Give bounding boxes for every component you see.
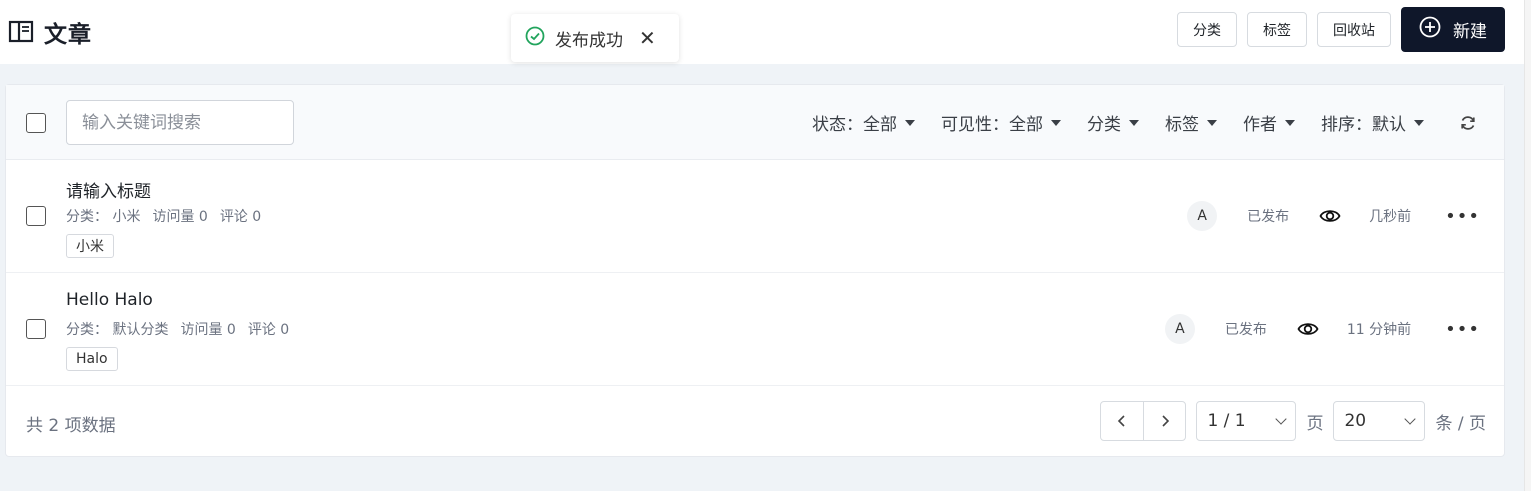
page-size-select[interactable]: 20 <box>1333 401 1426 441</box>
pagination-footer: 共 2 项数据 1 / 1 页 20 条 / 页 <box>6 386 1504 456</box>
select-all-checkbox[interactable] <box>26 113 46 133</box>
visibility-filter-label: 可见性：全部 <box>941 115 1043 135</box>
post-views: 访问量 0 <box>152 209 208 225</box>
caret-down-icon <box>905 119 915 126</box>
post-tag[interactable]: 小米 <box>66 234 114 258</box>
author-avatar[interactable]: A <box>1187 201 1218 231</box>
filter-bar: 状态：全部 可见性：全部 分类 标签 作者 排序：默认 <box>6 85 1504 160</box>
total-count: 共 2 项数据 <box>26 416 116 436</box>
post-category: 分类： 默认分类 <box>66 322 169 338</box>
post-title[interactable]: Hello Halo <box>66 290 153 310</box>
chevron-down-icon <box>1275 413 1288 425</box>
status-label: 已发布 <box>1247 209 1290 225</box>
post-tag[interactable]: Halo <box>66 347 118 371</box>
post-row[interactable]: Hello Halo 分类： 默认分类 访问量 0 评论 0 Halo A 已发… <box>6 273 1504 386</box>
post-comments: 评论 0 <box>219 209 262 225</box>
post-row-actions: A 已发布 11 分钟前 ••• <box>1164 313 1480 345</box>
close-icon[interactable]: ✕ <box>639 26 656 50</box>
page-select[interactable]: 1 / 1 <box>1196 401 1297 441</box>
author-filter-label: 作者 <box>1243 115 1277 135</box>
recycle-bin-button[interactable]: 回收站 <box>1317 12 1391 47</box>
header-actions: 分类 标签 回收站 新建 <box>1177 7 1505 52</box>
page-unit-label: 页 <box>1306 413 1324 434</box>
eye-icon[interactable] <box>1297 321 1319 337</box>
author-avatar[interactable]: A <box>1164 314 1195 344</box>
chevron-down-icon <box>1404 413 1417 425</box>
search-input[interactable] <box>66 100 294 145</box>
post-comments: 评论 0 <box>247 322 290 338</box>
sort-filter-label: 排序：默认 <box>1321 115 1406 135</box>
plus-circle-icon <box>1419 16 1441 43</box>
chevron-right-icon <box>1160 412 1170 431</box>
tag-filter[interactable]: 标签 <box>1165 110 1217 135</box>
status-filter-label: 状态：全部 <box>812 115 897 135</box>
sort-filter[interactable]: 排序：默认 <box>1321 110 1424 135</box>
page-nav <box>1100 401 1187 441</box>
tag-filter-label: 标签 <box>1165 115 1199 135</box>
scrollbar[interactable] <box>1524 0 1531 491</box>
page-size-value: 20 <box>1344 411 1367 431</box>
category-button[interactable]: 分类 <box>1177 12 1237 47</box>
caret-down-icon <box>1285 119 1295 126</box>
pagination: 1 / 1 页 20 条 / 页 <box>1100 401 1486 441</box>
category-filter[interactable]: 分类 <box>1087 110 1139 135</box>
post-time: 几秒前 <box>1369 209 1412 225</box>
check-circle-icon <box>525 26 545 51</box>
page-size-unit-label: 条 / 页 <box>1435 413 1486 434</box>
post-meta: 分类： 默认分类 访问量 0 评论 0 <box>66 319 289 339</box>
new-post-label: 新建 <box>1453 22 1487 41</box>
prev-page-button[interactable] <box>1101 402 1143 440</box>
caret-down-icon <box>1207 119 1217 126</box>
caret-down-icon <box>1051 119 1061 126</box>
more-icon[interactable]: ••• <box>1445 319 1480 340</box>
page-select-value: 1 / 1 <box>1207 411 1246 431</box>
post-meta: 分类： 小米 访问量 0 评论 0 <box>66 206 261 226</box>
row-checkbox[interactable] <box>26 206 46 226</box>
category-filter-label: 分类 <box>1087 115 1121 135</box>
caret-down-icon <box>1129 119 1139 126</box>
post-time: 11 分钟前 <box>1346 322 1412 338</box>
eye-icon[interactable] <box>1319 208 1341 224</box>
next-page-button[interactable] <box>1143 402 1185 440</box>
toast-message: 发布成功 <box>555 30 623 51</box>
page-title: 文章 <box>44 22 92 48</box>
filter-dropdowns: 状态：全部 可见性：全部 分类 标签 作者 排序：默认 <box>812 85 1478 160</box>
post-row-actions: A 已发布 几秒前 ••• <box>1187 200 1480 232</box>
book-open-icon <box>8 19 34 45</box>
more-icon[interactable]: ••• <box>1445 206 1480 227</box>
author-filter[interactable]: 作者 <box>1243 110 1295 135</box>
page-header: 文章 <box>8 15 92 49</box>
status-label: 已发布 <box>1224 322 1267 338</box>
post-views: 访问量 0 <box>180 322 236 338</box>
post-row[interactable]: 请输入标题 分类： 小米 访问量 0 评论 0 小米 A 已发布 几秒前 ••• <box>6 160 1504 273</box>
chevron-left-icon <box>1117 412 1127 431</box>
visibility-filter[interactable]: 可见性：全部 <box>941 110 1061 135</box>
tag-button[interactable]: 标签 <box>1247 12 1307 47</box>
caret-down-icon <box>1414 119 1424 126</box>
post-list-card: 状态：全部 可见性：全部 分类 标签 作者 排序：默认 <box>5 84 1505 457</box>
refresh-icon[interactable] <box>1458 113 1478 133</box>
post-title[interactable]: 请输入标题 <box>66 177 151 202</box>
top-bar: 文章 分类 标签 回收站 新建 <box>0 0 1524 64</box>
post-category: 分类： 小米 <box>66 209 141 225</box>
success-toast: 发布成功 ✕ <box>511 14 679 62</box>
new-post-button[interactable]: 新建 <box>1401 7 1505 52</box>
status-filter[interactable]: 状态：全部 <box>812 110 915 135</box>
row-checkbox[interactable] <box>26 319 46 339</box>
